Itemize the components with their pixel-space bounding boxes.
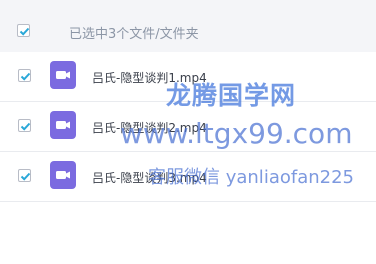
file-row[interactable]: 吕氏-隐型谈判3.mp4 xyxy=(0,152,376,202)
file-name[interactable]: 吕氏-隐型谈判1.mp4 xyxy=(92,69,207,86)
check-icon xyxy=(20,72,31,81)
file-checkbox[interactable] xyxy=(18,169,31,182)
check-icon xyxy=(20,172,31,181)
file-name[interactable]: 吕氏-隐型谈判3.mp4 xyxy=(92,169,207,186)
video-icon xyxy=(50,61,76,89)
check-icon xyxy=(19,27,30,36)
file-row[interactable]: 吕氏-隐型谈判1.mp4 xyxy=(0,52,376,102)
video-icon xyxy=(50,111,76,139)
select-all-checkbox[interactable] xyxy=(17,24,30,37)
video-icon xyxy=(50,161,76,189)
file-name[interactable]: 吕氏-隐型谈判2.mp4 xyxy=(92,119,207,136)
file-checkbox[interactable] xyxy=(18,69,31,82)
selection-header: 已选中3个文件/文件夹 xyxy=(0,0,376,52)
selection-count-label: 已选中3个文件/文件夹 xyxy=(69,27,199,42)
file-checkbox[interactable] xyxy=(18,119,31,132)
check-icon xyxy=(20,122,31,131)
file-row[interactable]: 吕氏-隐型谈判2.mp4 xyxy=(0,102,376,152)
